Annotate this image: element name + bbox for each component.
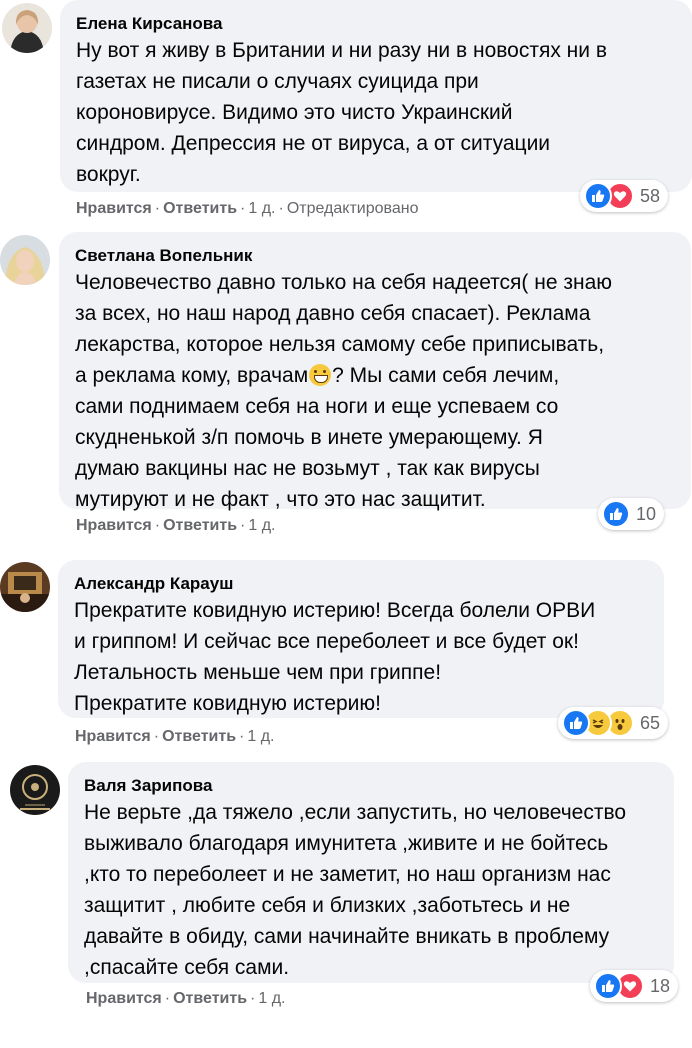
avatar[interactable] <box>10 765 60 815</box>
edited-label: Отредактировано <box>286 200 419 217</box>
like-icon <box>602 500 630 528</box>
reaction-count: 65 <box>640 712 661 733</box>
comment-author[interactable]: Елена Кирсанова <box>76 13 676 35</box>
reply-link[interactable]: Ответить <box>163 517 237 534</box>
like-link[interactable]: Нравится <box>76 200 152 217</box>
grin-emoji-icon <box>309 364 332 386</box>
comment-bubble: Светлана Вопельник Человечество давно то… <box>59 232 691 511</box>
reaction-count: 18 <box>650 975 671 996</box>
like-link[interactable]: Нравится <box>75 728 151 745</box>
avatar[interactable] <box>0 235 50 285</box>
like-icon <box>594 972 622 1000</box>
comment-bubble: Александр Карауш Прекратите ковидную ист… <box>58 560 664 718</box>
reaction-summary[interactable]: 58 <box>580 180 669 212</box>
comment-bubble: Валя Зарипова Не верьте ,да тяжело ,если… <box>68 762 674 983</box>
timestamp[interactable]: 1 д. <box>258 990 285 1007</box>
like-link[interactable]: Нравится <box>86 990 162 1007</box>
comment-text: Человечество давно только на себя надеет… <box>75 271 613 511</box>
like-icon <box>562 709 590 737</box>
timestamp[interactable]: 1 д. <box>248 200 275 217</box>
reaction-summary[interactable]: 10 <box>598 498 665 530</box>
comment-actions: Нравится · Ответить · 1 д. · Отредактировано <box>76 200 419 217</box>
like-icon <box>584 182 612 210</box>
comment-author[interactable]: Светлана Вопельник <box>75 245 675 267</box>
avatar[interactable] <box>2 3 52 53</box>
timestamp[interactable]: 1 д. <box>247 728 274 745</box>
comment-actions: Нравится · Ответить · 1 д. <box>76 517 276 534</box>
reaction-summary[interactable]: 65 <box>558 707 669 739</box>
comment-text: Не верьте ,да тяжело ,если запустить, но… <box>84 801 627 979</box>
comment-author[interactable]: Александр Карауш <box>74 573 648 595</box>
reaction-count: 10 <box>636 503 657 524</box>
comment-actions: Нравится · Ответить · 1 д. <box>75 728 275 745</box>
reaction-summary[interactable]: 18 <box>590 970 679 1002</box>
reply-link[interactable]: Ответить <box>173 990 247 1007</box>
comment-actions: Нравится · Ответить · 1 д. <box>86 990 286 1007</box>
reply-link[interactable]: Ответить <box>163 200 237 217</box>
comment-author[interactable]: Валя Зарипова <box>84 775 658 797</box>
reaction-count: 58 <box>640 185 661 206</box>
comment-bubble: Елена Кирсанова Ну вот я живу в Британии… <box>60 0 692 192</box>
reply-link[interactable]: Ответить <box>162 728 236 745</box>
avatar[interactable] <box>0 562 50 612</box>
comment-text: Ну вот я живу в Британии и ни разу ни в … <box>76 39 607 186</box>
timestamp[interactable]: 1 д. <box>248 517 275 534</box>
like-link[interactable]: Нравится <box>76 517 152 534</box>
comment-text: Прекратите ковидную истерию! Всегда боле… <box>74 599 596 715</box>
